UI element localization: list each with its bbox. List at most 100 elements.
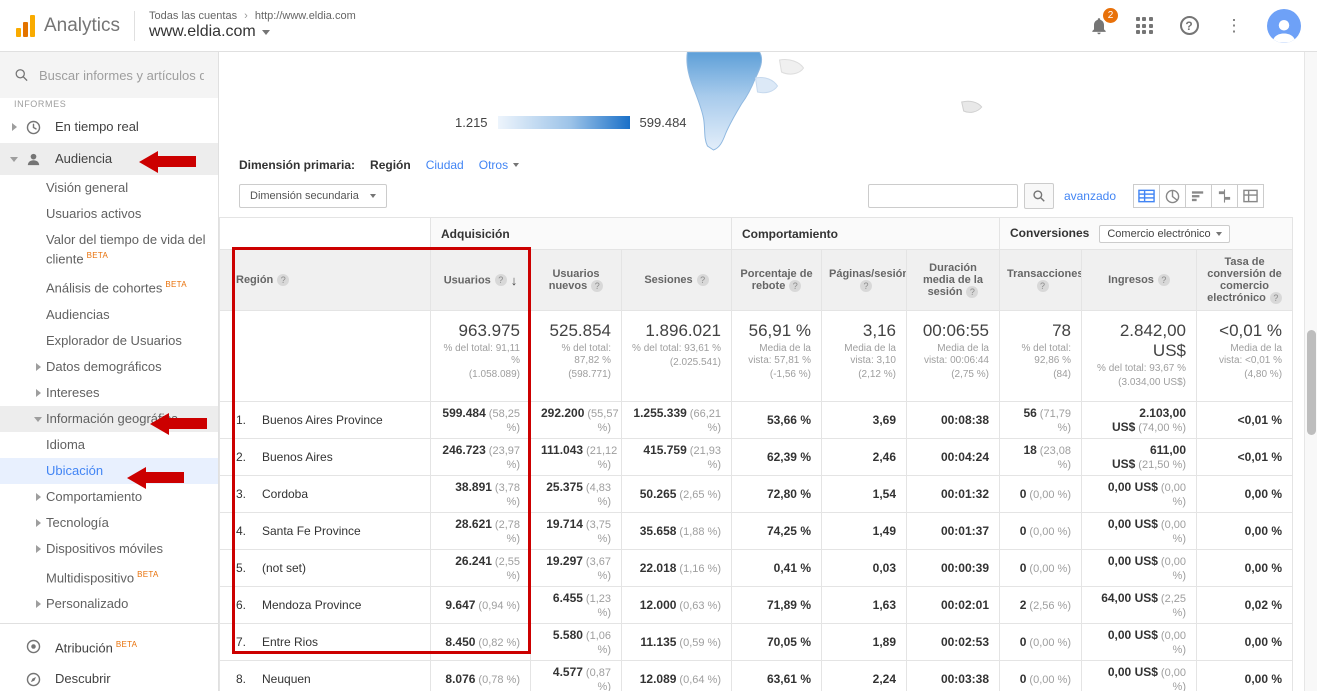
sidebar-search[interactable] [0,52,218,98]
chevron-collapsed-icon[interactable] [34,359,46,375]
breadcrumb-accounts[interactable]: Todas las cuentas [149,10,237,22]
cell-percentage: (2,65 %) [679,489,721,501]
chevron-expanded-icon[interactable] [10,151,22,167]
analytics-logo-icon[interactable] [16,15,35,37]
help-tooltip-icon[interactable]: ? [789,280,801,292]
help-tooltip-icon[interactable]: ? [697,274,709,286]
column-header-sesiones[interactable]: Sesiones? [622,250,732,311]
ecommerce-goal-selector[interactable]: Comercio electrónico [1099,225,1229,243]
sidebar: INFORMES En tiempo realAudienciaVisión g… [0,52,219,691]
help-tooltip-icon[interactable]: ? [1158,274,1170,286]
notifications-button[interactable]: 2 [1087,14,1111,38]
table-row[interactable]: 1.Buenos Aires Province599.484(58,25 %)2… [220,402,1293,439]
sidebar-item-intereses[interactable]: Intereses [0,380,218,406]
chevron-collapsed-icon[interactable] [34,385,46,401]
sidebar-item-multidispositivo[interactable]: MultidispositivoBETA [0,562,218,591]
sidebar-item-en-tiempo-real[interactable]: En tiempo real [0,111,218,143]
sidebar-item-usuarios-activos[interactable]: Usuarios activos [0,201,218,227]
chevron-collapsed-icon[interactable] [34,515,46,531]
table-search-input[interactable] [868,184,1018,208]
view-selector[interactable]: www.eldia.com [149,23,356,41]
secondary-dimension-button[interactable]: Dimensión secundaria [239,184,387,208]
chevron-collapsed-icon[interactable] [34,489,46,505]
apps-grid-icon [1136,17,1153,34]
region-link[interactable]: (not set) [262,561,306,575]
sidebar-item-dispositivos-moviles[interactable]: Dispositivos móviles [0,536,218,562]
column-header-transacciones[interactable]: Transacciones? [1000,250,1082,311]
help-tooltip-icon[interactable]: ? [1270,292,1282,304]
dimension-region[interactable]: Región [370,158,411,172]
cell-percentage: (0,00 %) [1029,526,1071,538]
region-link[interactable]: Mendoza Province [262,598,361,612]
vertical-scrollbar[interactable] [1304,52,1317,691]
help-tooltip-icon[interactable]: ? [1037,280,1049,292]
more-menu-button[interactable]: ⋮ [1222,14,1246,38]
help-tooltip-icon[interactable]: ? [591,280,603,292]
breadcrumb[interactable]: Todas las cuentas › http://www.eldia.com [149,10,356,22]
dimension-otros[interactable]: Otros [479,158,519,172]
column-header-porcentaje-de-rebote[interactable]: Porcentaje de rebote? [732,250,822,311]
avatar[interactable] [1267,9,1301,43]
column-header-paginas-sesion[interactable]: Páginas/sesión? [822,250,907,311]
sidebar-item-valor-tiempo-vida-cliente[interactable]: Valor del tiempo de vida del clienteBETA [0,227,218,272]
sidebar-item-explorador-de-usuarios[interactable]: Explorador de Usuarios [0,328,218,354]
help-tooltip-icon[interactable]: ? [277,274,289,286]
table-row[interactable]: 3.Cordoba38.891(3,78 %)25.375(4,83 %)50.… [220,476,1293,513]
sidebar-item-informacion-geografica[interactable]: Información geográfica [0,406,218,432]
comparison-view-button[interactable] [1211,184,1238,208]
apps-grid-button[interactable] [1132,14,1156,38]
sidebar-item-label: Tecnología [46,515,210,531]
chevron-collapsed-icon[interactable] [34,541,46,557]
region-link[interactable]: Buenos Aires Province [262,413,383,427]
help-tooltip-icon[interactable]: ? [860,280,872,292]
region-link[interactable]: Entre Rios [262,635,318,649]
table-view-button[interactable] [1133,184,1160,208]
chevron-expanded-icon[interactable] [34,411,46,427]
region-link[interactable]: Buenos Aires [262,450,333,464]
advanced-link[interactable]: avanzado [1064,189,1116,203]
column-header-tasa-de-conversion-de-comercio-electronico[interactable]: Tasa de conversión de comercio electróni… [1197,250,1293,311]
sidebar-item-audiencias[interactable]: Audiencias [0,302,218,328]
table-row[interactable]: 6.Mendoza Province9.647(0,94 %)6.455(1,2… [220,587,1293,624]
metric-cell: 4.577(0,87 %) [531,661,622,691]
percentage-view-button[interactable] [1159,184,1186,208]
chevron-collapsed-icon[interactable] [34,596,46,612]
sidebar-item-analisis-de-cohortes[interactable]: Análisis de cohortesBETA [0,272,218,301]
sidebar-item-vision-general[interactable]: Visión general [0,175,218,201]
sidebar-item-audiencia[interactable]: Audiencia [0,143,218,175]
total-subtext: (2,12 %) [832,369,896,381]
sidebar-item-idioma[interactable]: Idioma [0,432,218,458]
help-tooltip-icon[interactable]: ? [966,286,978,298]
column-header-usuarios[interactable]: Usuarios?↓ [431,250,531,311]
row-rank: 3. [236,487,262,501]
sidebar-item-atribucion[interactable]: AtribuciónBETA [0,630,218,663]
column-header-usuarios-nuevos[interactable]: Usuarios nuevos? [531,250,622,311]
table-row[interactable]: 2.Buenos Aires246.723(23,97 %)111.043(21… [220,439,1293,476]
scrollbar-thumb[interactable] [1307,330,1316,435]
pivot-view-button[interactable] [1237,184,1264,208]
table-row[interactable]: 8.Neuquen8.076(0,78 %)4.577(0,87 %)12.08… [220,661,1293,691]
sidebar-item-comportamiento[interactable]: Comportamiento [0,484,218,510]
column-header-region[interactable]: Región? [220,250,431,311]
table-row[interactable]: 5.(not set)26.241(2,55 %)19.297(3,67 %)2… [220,550,1293,587]
region-link[interactable]: Cordoba [262,487,308,501]
performance-view-button[interactable] [1185,184,1212,208]
breadcrumb-property[interactable]: http://www.eldia.com [255,10,356,22]
region-link[interactable]: Neuquen [262,672,311,686]
dimension-ciudad[interactable]: Ciudad [426,158,464,172]
table-row[interactable]: 4.Santa Fe Province28.621(2,78 %)19.714(… [220,513,1293,550]
sidebar-item-tecnologia[interactable]: Tecnología [0,510,218,536]
column-header-ingresos[interactable]: Ingresos? [1082,250,1197,311]
region-link[interactable]: Santa Fe Province [262,524,361,538]
table-row[interactable]: 7.Entre Rios8.450(0,82 %)5.580(1,06 %)11… [220,624,1293,661]
sidebar-item-personalizado[interactable]: Personalizado [0,591,218,617]
help-button[interactable]: ? [1177,14,1201,38]
chevron-collapsed-icon[interactable] [10,119,22,135]
sidebar-item-descubrir[interactable]: Descubrir [0,663,218,691]
column-header-duracion-media-de-la-sesion[interactable]: Duración media de la sesión? [907,250,1000,311]
sidebar-item-ubicacion[interactable]: Ubicación [0,458,218,484]
sidebar-item-datos-demograficos[interactable]: Datos demográficos [0,354,218,380]
help-tooltip-icon[interactable]: ? [495,274,507,286]
search-input[interactable] [39,68,204,83]
table-search-button[interactable] [1024,183,1054,209]
